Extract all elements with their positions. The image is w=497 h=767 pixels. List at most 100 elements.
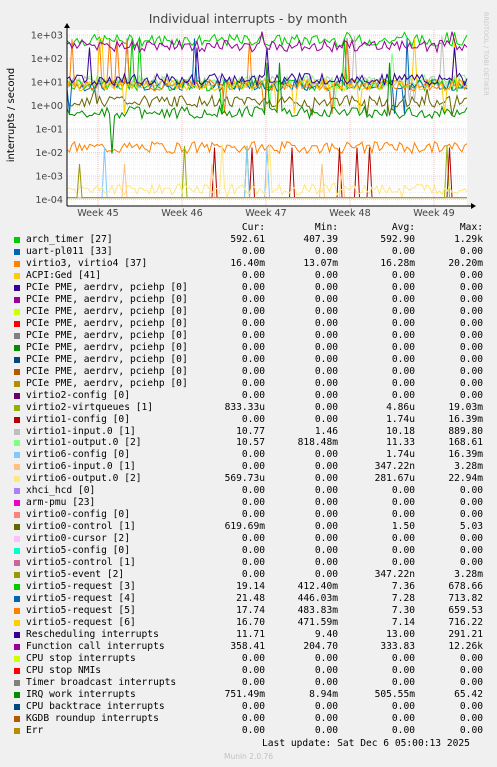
legend-row: virtio5-request [4] 21.48 446.03m 7.28 713.8… [0, 593, 497, 605]
legend-avg-value: 0.00 [391, 341, 415, 353]
legend-avg-value: 0.00 [391, 293, 415, 305]
legend-row: virtio5-request [3] 19.14 412.40m 7.36 678.6… [0, 581, 497, 593]
legend-max-value: 678.66 [448, 581, 483, 593]
legend-min-value: 13.07m [303, 257, 338, 269]
legend-min-value: 0.00 [314, 305, 338, 317]
legend-avg-value: 0.00 [391, 389, 415, 401]
y-tick-label: 1e+03 [31, 31, 63, 42]
legend-swatch [14, 237, 20, 243]
legend-min-value: 0.00 [314, 389, 338, 401]
legend-row: PCIe PME, aerdrv, pciehp [0] 0.00 0.00 0.00… [0, 330, 497, 342]
legend-swatch [14, 464, 20, 471]
legend-cur-value: 0.00 [241, 389, 265, 401]
legend-min-value: 412.40m [297, 581, 338, 593]
legend-row: virtio2-virtqueues [1] 833.33u 0.00 4.86u 19… [0, 402, 497, 414]
legend-row: virtio3, virtio4 [37] 16.40m 13.07m 16.28m 2… [0, 258, 497, 270]
legend-max-value: 168.61 [448, 437, 483, 449]
legend-avg-value: 0.00 [391, 365, 415, 377]
legend-swatch [14, 284, 20, 291]
legend-label: Timer broadcast interrupts [26, 676, 177, 688]
legend-avg-value: 7.14 [391, 617, 415, 629]
legend-swatch [14, 643, 20, 650]
legend-avg-value: 0.00 [391, 317, 415, 329]
legend-min-value: 818.48m [297, 437, 338, 449]
legend-avg-value: 0.00 [391, 545, 415, 557]
legend-cur-value: 0.00 [241, 305, 265, 317]
legend-max-value: 0.00 [459, 389, 483, 401]
legend-max-value: 0.00 [459, 245, 483, 257]
col-cur-header: Cur: [241, 222, 265, 233]
legend-label: CPU backtrace interrupts [26, 700, 165, 712]
legend-swatch [14, 416, 20, 423]
legend-avg-value: 1.74u [386, 413, 415, 425]
legend-swatch [14, 727, 20, 734]
legend-cur-value: 0.00 [241, 365, 265, 377]
legend-swatch [14, 703, 20, 710]
legend-min-value: 0.00 [314, 245, 338, 257]
legend-row: CPU backtrace interrupts 0.00 0.00 0.00 0.00 [0, 701, 497, 713]
legend-max-value: 659.53 [448, 605, 483, 617]
legend-swatch [14, 608, 20, 615]
legend-avg-value: 347.22n [374, 461, 415, 473]
legend-min-value: 471.59m [297, 617, 338, 629]
legend-label: PCIe PME, aerdrv, pciehp [0] [26, 341, 188, 353]
legend-row: Timer broadcast interrupts 0.00 0.00 0.00 0.… [0, 677, 497, 689]
legend-max-value: 12.26k [448, 640, 483, 652]
legend-label: virtio1-input.0 [1] [26, 425, 136, 437]
legend-row: PCIe PME, aerdrv, pciehp [0] 0.00 0.00 0.00… [0, 342, 497, 354]
legend-swatch [14, 512, 20, 519]
legend-swatch [14, 536, 20, 543]
legend-swatch [14, 332, 20, 339]
legend-row: virtio1-config [0] 0.00 0.00 1.74u 16.39m [0, 414, 497, 426]
legend-row: arch_timer [27] 592.61 407.39 592.90 1.29k [0, 234, 497, 246]
legend-label: arm-pmu [23] [26, 497, 96, 509]
legend-swatch [14, 452, 20, 459]
y-tick-label: 1e+02 [31, 54, 63, 65]
legend-avg-value: 0.00 [391, 329, 415, 341]
legend-label: PCIe PME, aerdrv, pciehp [0] [26, 293, 188, 305]
legend-max-value: 0.00 [459, 377, 483, 389]
legend-min-value: 0.00 [314, 413, 338, 425]
legend-swatch [14, 428, 20, 435]
legend-row: IRQ work interrupts 751.49m 8.94m 505.55m 65… [0, 689, 497, 701]
legend-min-value: 0.00 [314, 652, 338, 664]
legend-label: PCIe PME, aerdrv, pciehp [0] [26, 305, 188, 317]
legend-cur-value: 11.71 [236, 629, 265, 640]
y-tick-label: 1e-03 [35, 172, 63, 183]
legend-cur-value: 0.00 [241, 509, 265, 521]
legend-avg-value: 333.83 [380, 640, 415, 652]
x-tick-label: Week 46 [161, 208, 203, 219]
legend-min-value: 9.40 [314, 629, 338, 640]
y-tick-label: 1e+01 [31, 78, 63, 89]
legend-row: virtio5-config [0] 0.00 0.00 0.00 0.00 [0, 545, 497, 557]
legend-min-value: 204.70 [303, 640, 338, 652]
legend-min-value: 0.00 [314, 712, 338, 724]
legend-avg-value: 1.50 [391, 521, 415, 533]
legend-min-value: 0.00 [314, 497, 338, 509]
legend-label: virtio6-output.0 [2] [26, 473, 142, 485]
legend-cur-value: 0.00 [241, 281, 265, 293]
y-tick-label: 1e+00 [31, 101, 63, 112]
legend-cur-value: 0.00 [241, 557, 265, 569]
legend-row: CPU stop interrupts 0.00 0.00 0.00 0.00 [0, 653, 497, 665]
legend-swatch [14, 679, 20, 686]
x-tick-label: Week 48 [329, 208, 371, 219]
legend-avg-value: 1.74u [386, 449, 415, 461]
legend-row: PCIe PME, aerdrv, pciehp [0] 0.00 0.00 0.00… [0, 294, 497, 306]
legend-avg-value: 505.55m [374, 688, 415, 700]
legend-min-value: 0.00 [314, 473, 338, 485]
legend-swatch [14, 560, 20, 567]
legend-max-value: 0.00 [459, 664, 483, 676]
legend-swatch [14, 308, 20, 315]
chart: Individual interrupts - by month interru… [6, 11, 490, 219]
x-tick-label: Week 45 [77, 208, 119, 219]
legend-swatch [14, 655, 20, 662]
legend-avg-value: 0.00 [391, 245, 415, 257]
legend-cur-value: 17.74 [236, 605, 265, 617]
legend-avg-value: 0.00 [391, 533, 415, 545]
legend-max-value: 5.03 [459, 521, 483, 533]
legend-avg-value: 7.30 [391, 605, 415, 617]
legend-label: virtio5-request [5] [26, 605, 136, 617]
legend-row: virtio1-output.0 [2] 10.57 818.48m 11.33 168… [0, 437, 497, 449]
legend-avg-value: 10.18 [386, 425, 415, 437]
